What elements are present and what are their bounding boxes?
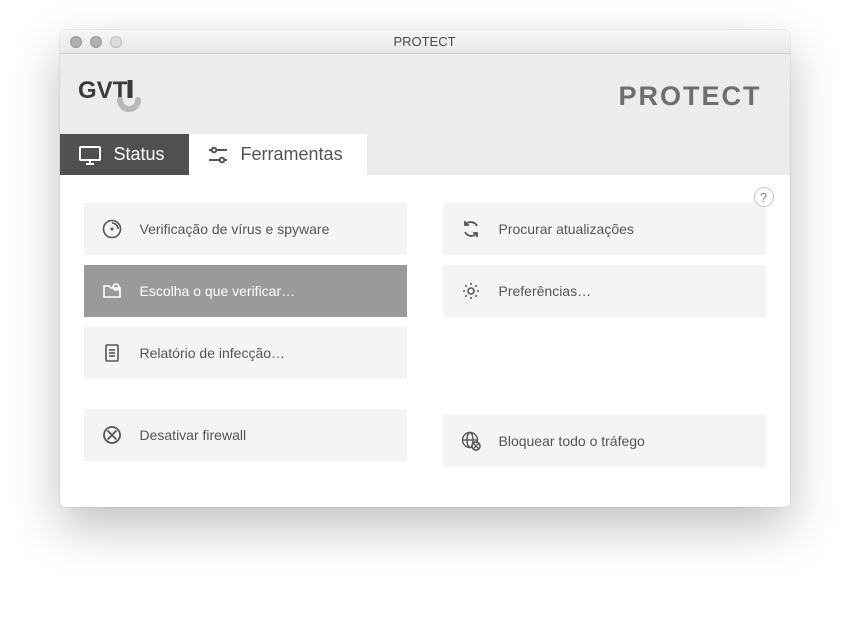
monitor-icon <box>78 145 102 165</box>
preferences-label: Preferências… <box>499 283 592 299</box>
window-title: PROTECT <box>60 34 790 49</box>
help-icon: ? <box>760 190 767 205</box>
sliders-icon <box>207 146 229 164</box>
scan-icon <box>102 219 122 239</box>
brand-label: PROTECT <box>618 81 761 112</box>
gear-icon <box>461 281 481 301</box>
spacer <box>84 389 407 399</box>
infection-report-label: Relatório de infecção… <box>140 345 286 361</box>
help-button[interactable]: ? <box>754 187 774 207</box>
tab-status[interactable]: Status <box>60 134 189 175</box>
infection-report-button[interactable]: Relatório de infecção… <box>84 327 407 379</box>
preferences-button[interactable]: Preferências… <box>443 265 766 317</box>
tab-status-label: Status <box>114 144 165 165</box>
minimize-window-button[interactable] <box>90 36 102 48</box>
folder-search-icon <box>102 281 122 301</box>
disable-firewall-button[interactable]: Desativar firewall <box>84 409 407 461</box>
spacer <box>443 327 766 337</box>
disable-icon <box>102 425 122 445</box>
tab-tools[interactable]: Ferramentas <box>189 134 367 175</box>
gvt-logo: GVT <box>78 76 150 116</box>
spacer <box>443 347 766 405</box>
choose-scan-label: Escolha o que verificar… <box>140 283 296 299</box>
block-traffic-button[interactable]: Bloquear todo o tráfego <box>443 415 766 467</box>
check-updates-button[interactable]: Procurar atualizações <box>443 203 766 255</box>
check-updates-label: Procurar atualizações <box>499 221 634 237</box>
document-icon <box>102 343 122 363</box>
actions-grid: Verificação de vírus e spyware Escolha o… <box>84 203 766 467</box>
refresh-icon <box>461 219 481 239</box>
header: GVT PROTECT <box>60 54 790 134</box>
maximize-window-button[interactable] <box>110 36 122 48</box>
scan-virus-button[interactable]: Verificação de vírus e spyware <box>84 203 407 255</box>
disable-firewall-label: Desativar firewall <box>140 427 247 443</box>
close-window-button[interactable] <box>70 36 82 48</box>
block-traffic-label: Bloquear todo o tráfego <box>499 433 645 449</box>
app-window: PROTECT GVT PROTECT Status <box>60 30 790 507</box>
tabs: Status Ferramentas <box>60 134 790 175</box>
left-column: Verificação de vírus e spyware Escolha o… <box>84 203 407 467</box>
right-column: Procurar atualizações Preferências… <box>443 203 766 467</box>
content-pane: ? Verificação de vírus e spyware <box>60 175 790 507</box>
scan-virus-label: Verificação de vírus e spyware <box>140 221 330 237</box>
tab-tools-label: Ferramentas <box>241 144 343 165</box>
globe-block-icon <box>461 431 481 451</box>
titlebar: PROTECT <box>60 30 790 54</box>
traffic-lights <box>60 36 122 48</box>
choose-scan-button[interactable]: Escolha o que verificar… <box>84 265 407 317</box>
